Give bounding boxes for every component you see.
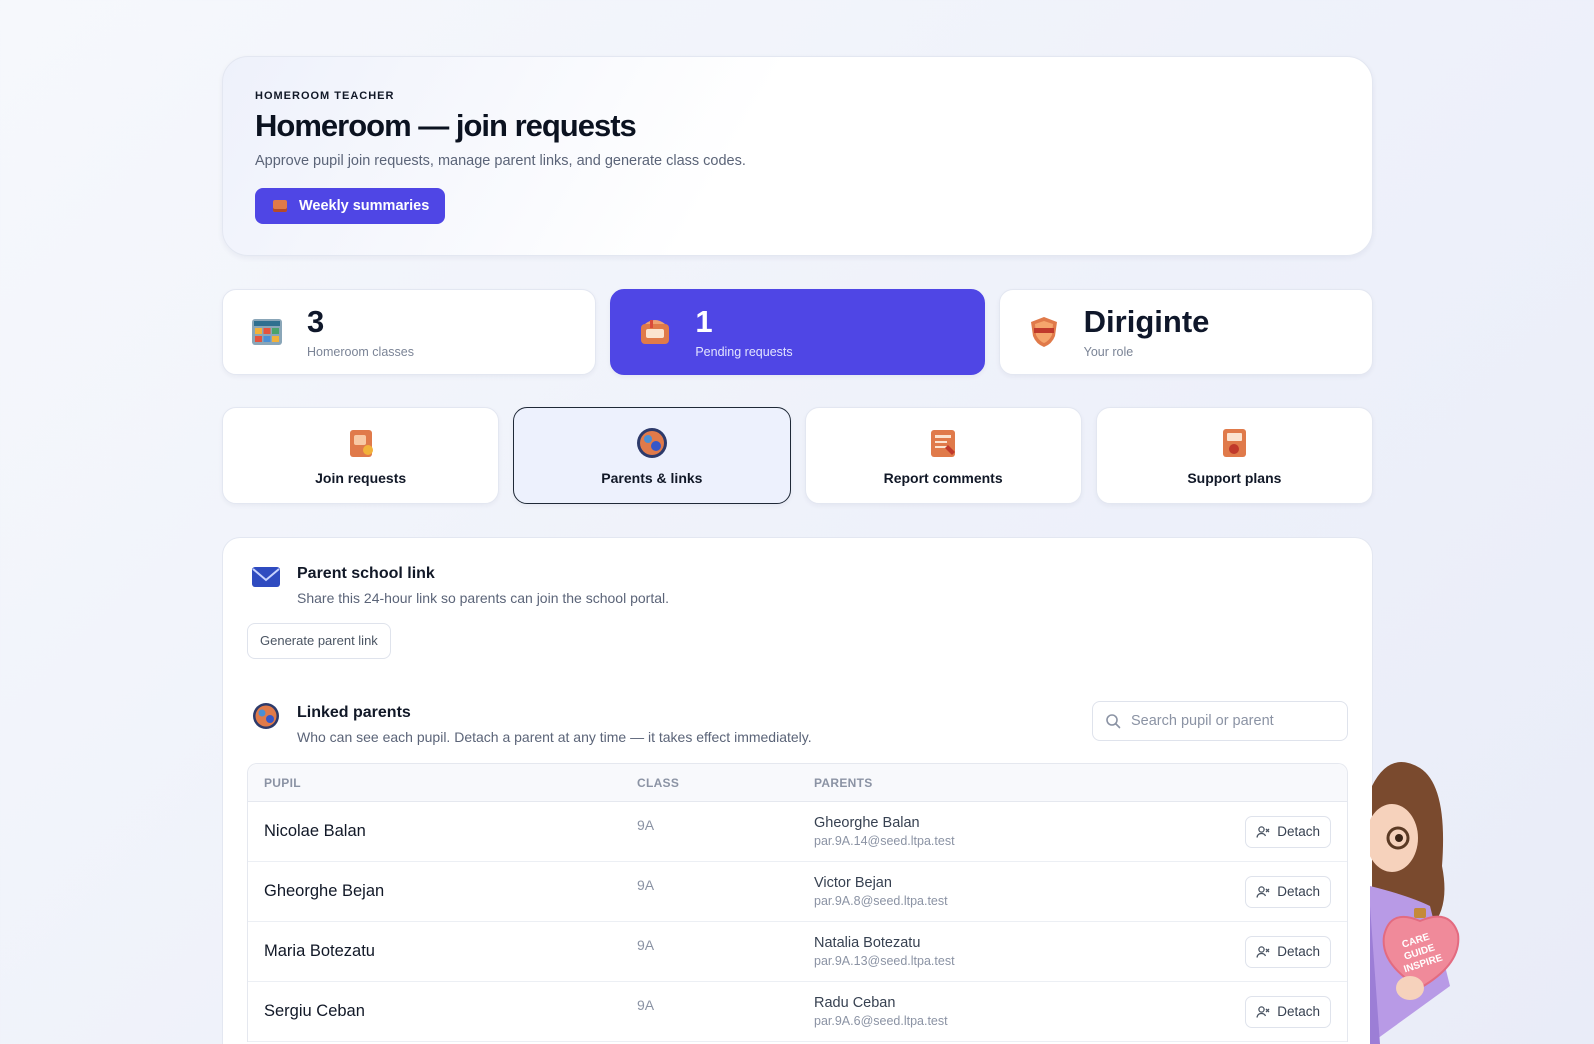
parent-cell: Gheorghe Balan par.9A.14@seed.ltpa.test: [798, 802, 1112, 862]
support-plan-icon: [1223, 428, 1247, 457]
action-cell: Detach: [1111, 802, 1347, 862]
page-subtitle: Approve pupil join requests, manage pare…: [255, 153, 746, 169]
teacher-mascot-illustration: CARE GUIDE INSPIRE: [1370, 762, 1460, 1044]
table-row: Sergiu Ceban 9A Radu Ceban par.9A.6@seed…: [248, 982, 1347, 1042]
weekly-summaries-button[interactable]: Weekly summaries: [255, 188, 446, 224]
user-remove-icon: [1256, 885, 1270, 898]
tab-report-comments[interactable]: Report comments: [804, 407, 1082, 504]
parent-cell: Victor Bejan par.9A.8@seed.ltpa.test: [798, 862, 1112, 922]
linked-parents-header: Linked parents Who can see each pupil. D…: [247, 701, 1348, 745]
column-header-class: CLASS: [621, 764, 798, 802]
parents-globe-icon: [253, 703, 279, 729]
search-box[interactable]: [1092, 701, 1348, 741]
parent-name: Gheorghe Balan: [814, 815, 920, 831]
report-clipboard-icon: [931, 429, 956, 457]
shield-badge-icon: [1030, 317, 1057, 347]
search-icon: [1106, 714, 1121, 729]
column-header-pupil: PUPIL: [248, 764, 621, 802]
linked-parents-title: Linked parents: [297, 704, 411, 721]
parent-name: Natalia Botezatu: [814, 935, 921, 951]
pending-requests-value: 1: [695, 303, 713, 339]
tab-support-plans[interactable]: Support plans: [1095, 407, 1373, 504]
parent-email: par.9A.13@seed.ltpa.test: [814, 954, 955, 968]
pupil-class: 9A: [621, 922, 798, 982]
classes-board-icon: [252, 319, 282, 345]
detach-button[interactable]: Detach: [1245, 995, 1331, 1028]
tab-support-plans-label: Support plans: [1187, 469, 1282, 486]
page-title: Homeroom — join requests: [255, 108, 637, 143]
table-row: Gheorghe Bejan 9A Victor Bejan par.9A.8@…: [248, 862, 1347, 922]
action-cell: Detach: [1111, 922, 1347, 982]
tab-parents-links-label: Parents & links: [601, 469, 703, 486]
generate-parent-link-button[interactable]: Generate parent link: [247, 623, 391, 659]
stats-row: 3 Homeroom classes 1 Pending requests Di…: [222, 289, 1373, 375]
envelope-icon: [252, 567, 280, 587]
role-eyebrow: HOMEROOM TEACHER: [255, 90, 395, 102]
detach-label: Detach: [1277, 824, 1320, 839]
parent-email: par.9A.8@seed.ltpa.test: [814, 894, 948, 908]
detach-label: Detach: [1277, 884, 1320, 899]
user-remove-icon: [1256, 825, 1270, 838]
parent-email: par.9A.6@seed.ltpa.test: [814, 1014, 948, 1028]
column-header-parents: PARENTS: [798, 764, 1112, 802]
table-header-row: PUPIL CLASS PARENTS: [248, 764, 1347, 802]
tab-parents-links[interactable]: Parents & links: [513, 407, 791, 504]
tab-join-requests-label: Join requests: [315, 469, 407, 486]
table-row: Maria Botezatu 9A Natalia Botezatu par.9…: [248, 922, 1347, 982]
pupil-class: 9A: [621, 862, 798, 922]
detach-label: Detach: [1277, 1004, 1320, 1019]
your-role-label: Your role: [1083, 344, 1134, 359]
pupil-name: Maria Botezatu: [248, 922, 621, 982]
join-book-icon: [349, 429, 373, 457]
pupil-class: 9A: [621, 802, 798, 862]
detach-button[interactable]: Detach: [1245, 875, 1331, 908]
homeroom-classes-value: 3: [307, 303, 325, 339]
weekly-summaries-label: Weekly summaries: [299, 198, 430, 214]
table-row: Nicolae Balan 9A Gheorghe Balan par.9A.1…: [248, 802, 1347, 862]
tab-join-requests[interactable]: Join requests: [222, 407, 500, 504]
parent-email: par.9A.14@seed.ltpa.test: [814, 834, 955, 848]
parent-cell: Natalia Botezatu par.9A.13@seed.ltpa.tes…: [798, 922, 1112, 982]
user-remove-icon: [1256, 945, 1270, 958]
tab-report-comments-label: Report comments: [883, 469, 1003, 486]
user-remove-icon: [1256, 1005, 1270, 1018]
page-container: HOMEROOM TEACHER Homeroom — join request…: [222, 56, 1373, 1044]
column-header-actions: [1111, 764, 1347, 802]
pupil-name: Sergiu Ceban: [248, 982, 621, 1042]
search-input[interactable]: [1131, 713, 1331, 729]
detach-label: Detach: [1277, 944, 1320, 959]
stat-homeroom-classes: 3 Homeroom classes: [222, 289, 597, 375]
parents-globe-icon: [636, 427, 667, 458]
pending-requests-label: Pending requests: [695, 344, 793, 359]
section-tabs: Join requests Parents & links Report com…: [222, 407, 1373, 504]
parent-link-title: Parent school link: [297, 565, 435, 582]
mailbox-icon: [641, 320, 670, 344]
detach-button[interactable]: Detach: [1245, 935, 1331, 968]
calendar-icon: [273, 200, 287, 212]
action-cell: Detach: [1111, 862, 1347, 922]
parents-links-panel: Parent school link Share this 24-hour li…: [222, 537, 1373, 1044]
linked-parents-description: Who can see each pupil. Detach a parent …: [297, 729, 812, 745]
pupil-name: Nicolae Balan: [248, 802, 621, 862]
parent-name: Victor Bejan: [814, 875, 892, 891]
detach-button[interactable]: Detach: [1245, 815, 1331, 848]
stat-pending-requests: 1 Pending requests: [610, 289, 985, 375]
pupil-class: 9A: [621, 982, 798, 1042]
parent-name: Radu Ceban: [814, 995, 896, 1011]
parent-link-description: Share this 24-hour link so parents can j…: [297, 590, 669, 606]
pupil-name: Gheorghe Bejan: [248, 862, 621, 922]
homeroom-classes-label: Homeroom classes: [307, 344, 414, 359]
stat-your-role: Diriginte Your role: [998, 289, 1373, 375]
parent-cell: Radu Ceban par.9A.6@seed.ltpa.test: [798, 982, 1112, 1042]
action-cell: Detach: [1111, 982, 1347, 1042]
your-role-value: Diriginte: [1083, 303, 1210, 339]
parent-link-header: Parent school link Share this 24-hour li…: [247, 562, 1348, 606]
hero-card: HOMEROOM TEACHER Homeroom — join request…: [222, 56, 1373, 256]
linked-parents-table: PUPIL CLASS PARENTS Nicolae Balan 9A Ghe…: [247, 763, 1348, 1042]
